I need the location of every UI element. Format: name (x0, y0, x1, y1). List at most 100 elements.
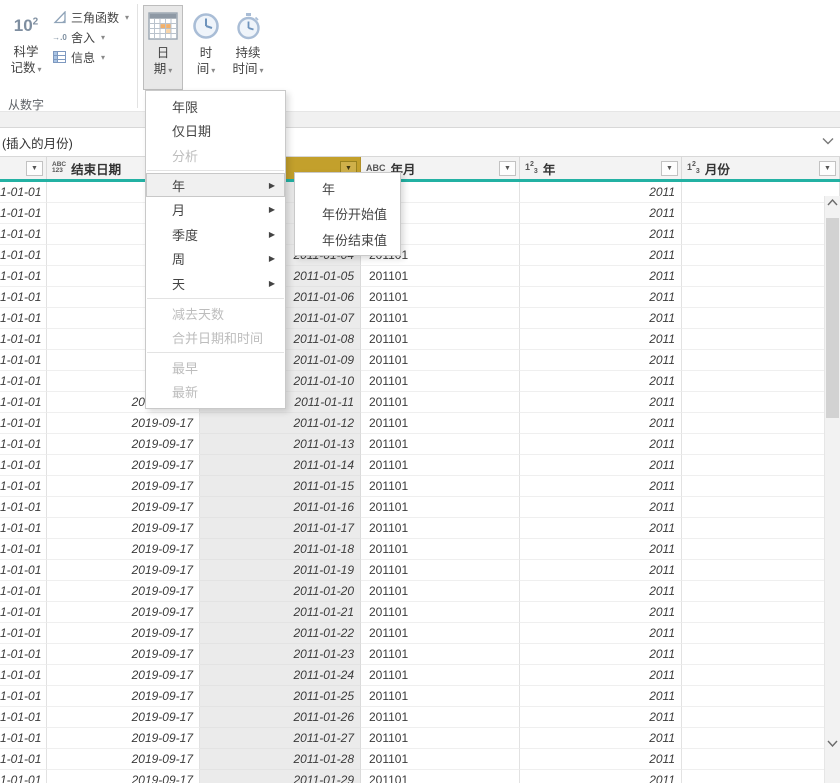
table-cell[interactable] (682, 539, 840, 560)
vertical-scrollbar[interactable] (824, 196, 840, 783)
table-cell[interactable]: 2011-01-22 (200, 623, 361, 644)
table-cell[interactable]: 2019-09-17 (47, 665, 200, 686)
table-cell[interactable]: 1-01-01 (0, 476, 47, 497)
table-cell[interactable]: 1-01-01 (0, 623, 47, 644)
table-cell[interactable]: 2011-01-26 (200, 707, 361, 728)
table-cell[interactable]: 2011 (520, 350, 682, 371)
table-cell[interactable]: 1-01-01 (0, 203, 47, 224)
table-cell[interactable]: 2011-01-24 (200, 665, 361, 686)
table-cell[interactable]: 1-01-01 (0, 329, 47, 350)
table-cell[interactable] (682, 707, 840, 728)
table-cell[interactable] (682, 518, 840, 539)
table-cell[interactable]: 201101 (361, 371, 520, 392)
table-cell[interactable]: 1-01-01 (0, 707, 47, 728)
table-cell[interactable]: 2011 (520, 308, 682, 329)
table-cell[interactable]: 201101 (361, 497, 520, 518)
table-cell[interactable]: 2011 (520, 329, 682, 350)
table-cell[interactable]: 2019-09-17 (47, 560, 200, 581)
table-cell[interactable]: 2019-09-17 (47, 602, 200, 623)
table-cell[interactable]: 2011 (520, 413, 682, 434)
table-cell[interactable] (682, 686, 840, 707)
table-cell[interactable] (682, 581, 840, 602)
table-cell[interactable] (682, 266, 840, 287)
table-cell[interactable]: 2011 (520, 182, 682, 203)
table-cell[interactable] (682, 224, 840, 245)
table-cell[interactable]: 2011 (520, 455, 682, 476)
table-cell[interactable]: 2019-09-17 (47, 476, 200, 497)
table-cell[interactable]: 201101 (361, 581, 520, 602)
table-cell[interactable] (682, 560, 840, 581)
time-button[interactable]: 时 间 ▾ (188, 5, 224, 90)
table-cell[interactable] (682, 644, 840, 665)
table-cell[interactable] (682, 476, 840, 497)
scientific-notation-button[interactable]: 102 科学 记数 ▾ (4, 5, 48, 90)
date-menu-item-5[interactable]: 月 ▶ (146, 197, 285, 222)
table-cell[interactable]: 1-01-01 (0, 392, 47, 413)
table-cell[interactable]: 201101 (361, 476, 520, 497)
table-cell[interactable]: 2011-01-17 (200, 518, 361, 539)
table-cell[interactable] (682, 455, 840, 476)
table-cell[interactable] (682, 245, 840, 266)
rounding-button[interactable]: →.0 舍入 ▾ (52, 29, 129, 45)
date-menu-item-0[interactable]: 年限 (146, 94, 285, 119)
table-cell[interactable] (682, 602, 840, 623)
table-cell[interactable]: 2011 (520, 434, 682, 455)
table-cell[interactable]: 201101 (361, 287, 520, 308)
trigonometry-button[interactable]: 三角函数 ▾ (52, 9, 129, 25)
table-cell[interactable]: 2011 (520, 728, 682, 749)
table-cell[interactable]: 2011-01-13 (200, 434, 361, 455)
table-cell[interactable]: 2019-09-17 (47, 623, 200, 644)
scroll-down-icon[interactable] (827, 740, 838, 747)
table-cell[interactable] (682, 371, 840, 392)
table-cell[interactable]: 2011 (520, 287, 682, 308)
table-cell[interactable]: 2011 (520, 371, 682, 392)
table-cell[interactable] (682, 392, 840, 413)
table-cell[interactable]: 2011 (520, 581, 682, 602)
table-cell[interactable]: 2011-01-16 (200, 497, 361, 518)
table-cell[interactable]: 1-01-01 (0, 371, 47, 392)
table-cell[interactable]: 201101 (361, 749, 520, 770)
table-cell[interactable]: 1-01-01 (0, 182, 47, 203)
table-cell[interactable]: 201101 (361, 308, 520, 329)
table-cell[interactable]: 1-01-01 (0, 350, 47, 371)
table-cell[interactable]: 2011 (520, 749, 682, 770)
table-cell[interactable]: 2019-09-17 (47, 581, 200, 602)
table-cell[interactable]: 2011 (520, 497, 682, 518)
expand-formula-chevron-icon[interactable] (822, 137, 834, 145)
table-cell[interactable]: 2011 (520, 266, 682, 287)
table-cell[interactable]: 2019-09-17 (47, 434, 200, 455)
table-cell[interactable]: 201101 (361, 686, 520, 707)
table-cell[interactable]: 2011 (520, 644, 682, 665)
table-cell[interactable]: 201101 (361, 518, 520, 539)
table-cell[interactable]: 201101 (361, 455, 520, 476)
scroll-up-icon[interactable] (827, 199, 838, 206)
table-cell[interactable]: 2011 (520, 686, 682, 707)
information-button[interactable]: 信息 ▾ (52, 49, 129, 65)
table-cell[interactable]: 2011-01-15 (200, 476, 361, 497)
date-menu-item-8[interactable]: 天 ▶ (146, 271, 285, 296)
table-cell[interactable]: 201101 (361, 266, 520, 287)
table-cell[interactable] (682, 287, 840, 308)
table-cell[interactable]: 201101 (361, 329, 520, 350)
column-header-4[interactable]: 123 年 ▼ (520, 157, 682, 179)
table-cell[interactable]: 2011 (520, 539, 682, 560)
table-cell[interactable]: 1-01-01 (0, 455, 47, 476)
table-cell[interactable]: 1-01-01 (0, 308, 47, 329)
table-cell[interactable]: 2011-01-21 (200, 602, 361, 623)
table-cell[interactable] (682, 623, 840, 644)
table-cell[interactable]: 1-01-01 (0, 413, 47, 434)
table-cell[interactable]: 201101 (361, 392, 520, 413)
table-cell[interactable]: 1-01-01 (0, 602, 47, 623)
table-cell[interactable]: 201101 (361, 770, 520, 783)
formula-bar[interactable]: (插入的月份) (0, 127, 840, 157)
table-cell[interactable] (682, 665, 840, 686)
table-cell[interactable] (682, 728, 840, 749)
table-cell[interactable]: 1-01-01 (0, 497, 47, 518)
column-header-0[interactable]: ▼ (0, 157, 47, 179)
table-cell[interactable]: 2011-01-29 (200, 770, 361, 783)
table-cell[interactable]: 201101 (361, 350, 520, 371)
table-cell[interactable]: 2019-09-17 (47, 497, 200, 518)
formula-text[interactable]: (插入的月份) (0, 133, 73, 152)
table-cell[interactable]: 2019-09-17 (47, 749, 200, 770)
table-cell[interactable]: 2019-09-17 (47, 770, 200, 783)
